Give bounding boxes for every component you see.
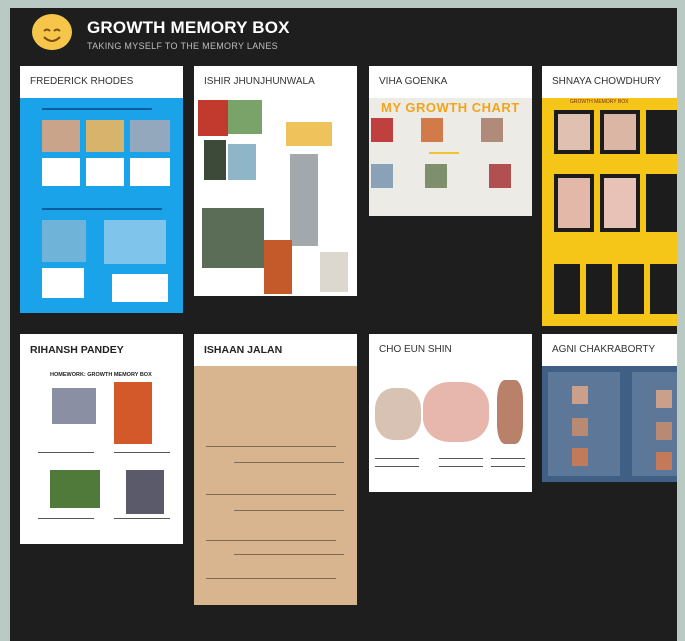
- post-card-viha-goenka[interactable]: VIHA GOENKA MY GROWTH CHART: [369, 66, 532, 216]
- card-author-name: CHO EUN SHIN: [379, 344, 452, 355]
- smiley-avatar-icon: [32, 14, 72, 50]
- card-author-name: VIHA GOENKA: [379, 76, 448, 87]
- post-card-ishaan-jalan[interactable]: ISHAAN JALAN: [194, 334, 357, 605]
- card-author-name: FREDERICK RHODES: [30, 76, 134, 87]
- post-attachment-image[interactable]: [20, 98, 183, 313]
- post-card-agni-chakraborty[interactable]: AGNI CHAKRABORTY: [542, 334, 677, 482]
- post-attachment-image[interactable]: MY GROWTH CHART: [369, 98, 532, 216]
- padlet-board: GROWTH MEMORY BOX TAKING MYSELF TO THE M…: [10, 8, 677, 641]
- post-card-frederick-rhodes[interactable]: FREDERICK RHODES: [20, 66, 183, 313]
- post-attachment-image[interactable]: [542, 366, 677, 482]
- post-card-rihansh-pandey[interactable]: RIHANSH PANDEY HOMEWORK: GROWTH MEMORY B…: [20, 334, 183, 544]
- post-card-cho-eun-shin[interactable]: CHO EUN SHIN: [369, 334, 532, 492]
- homework-heading-text: HOMEWORK: GROWTH MEMORY BOX: [50, 372, 152, 378]
- memory-box-banner-text: GROWTH MEMORY BOX: [570, 99, 629, 105]
- card-author-name: AGNI CHAKRABORTY: [552, 344, 656, 355]
- board-title: GROWTH MEMORY BOX: [87, 18, 290, 37]
- post-attachment-image[interactable]: [369, 366, 532, 492]
- post-attachment-image[interactable]: HOMEWORK: GROWTH MEMORY BOX: [20, 366, 183, 544]
- post-card-shnaya-chowdhury[interactable]: SHNAYA CHOWDHURY GROWTH MEMORY BOX: [542, 66, 677, 326]
- card-author-name: RIHANSH PANDEY: [30, 344, 124, 356]
- card-author-name: ISHAAN JALAN: [204, 344, 283, 356]
- post-card-ishir-jhunjhunwala[interactable]: ISHIR JHUNJHUNWALA: [194, 66, 357, 296]
- post-attachment-image[interactable]: [194, 366, 357, 605]
- post-attachment-image[interactable]: [194, 98, 357, 296]
- card-author-name: SHNAYA CHOWDHURY: [552, 76, 661, 87]
- board-subtitle: TAKING MYSELF TO THE MEMORY LANES: [87, 41, 278, 51]
- post-attachment-image[interactable]: GROWTH MEMORY BOX: [542, 98, 677, 326]
- card-author-name: ISHIR JHUNJHUNWALA: [204, 76, 315, 87]
- growth-chart-banner-text: MY GROWTH CHART: [381, 100, 520, 115]
